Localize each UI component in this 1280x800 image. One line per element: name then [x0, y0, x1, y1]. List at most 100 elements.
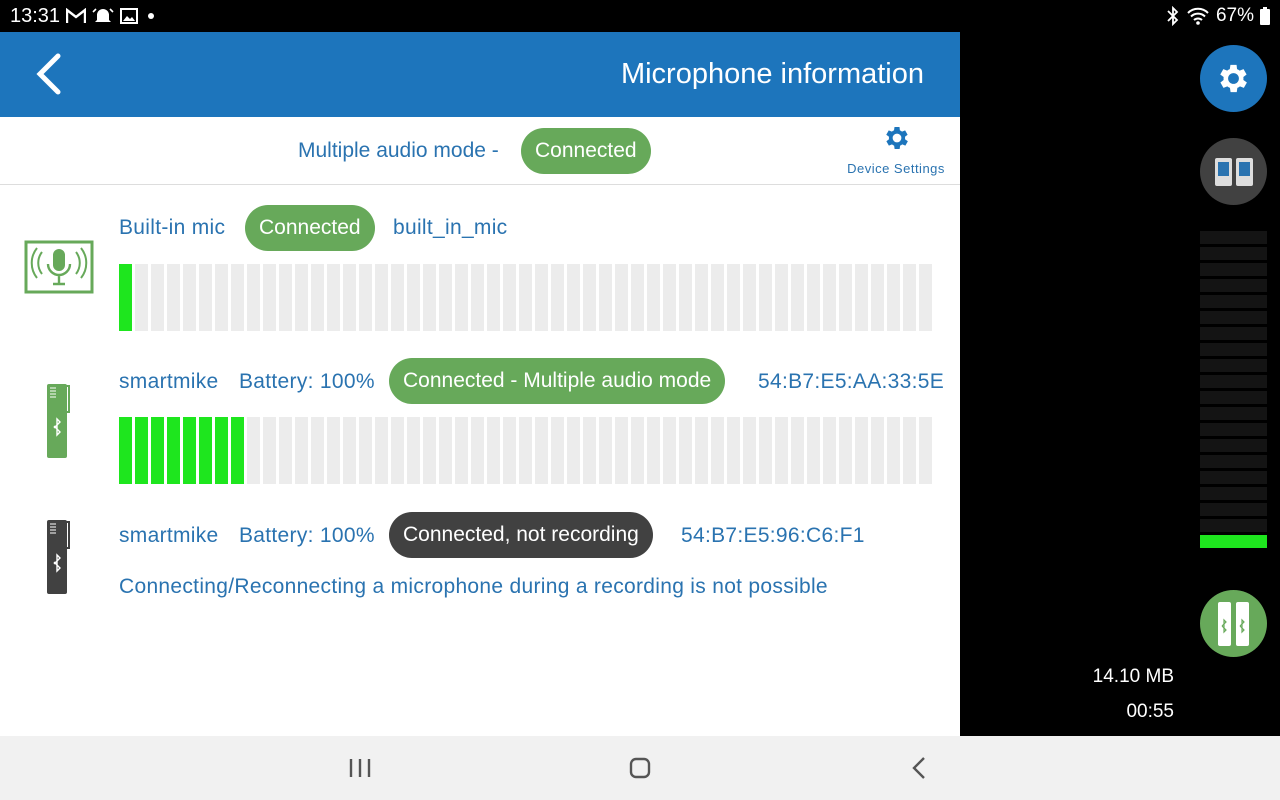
- device-mac-address: 54:B7:E5:96:C6:F1: [681, 524, 865, 547]
- meter-segment: [295, 264, 308, 331]
- meter-segment: [279, 264, 292, 331]
- meter-segment: [919, 417, 932, 484]
- meter-segment: [759, 417, 772, 484]
- meter-segment: [455, 417, 468, 484]
- chevron-left-icon: [912, 757, 925, 779]
- meter-segment: [487, 264, 500, 331]
- meter-segment: [1200, 359, 1267, 372]
- mode-status-badge: Connected: [521, 128, 651, 174]
- meter-segment: [503, 264, 516, 331]
- meter-segment: [359, 264, 372, 331]
- meter-segment: [855, 417, 868, 484]
- meter-segment: [743, 417, 756, 484]
- meter-segment: [167, 417, 180, 484]
- dot-icon: [148, 13, 154, 19]
- chevron-left-icon: [36, 53, 61, 95]
- meter-segment: [871, 264, 884, 331]
- meter-segment: [1200, 295, 1267, 308]
- meter-segment: [167, 264, 180, 331]
- meter-segment: [519, 264, 532, 331]
- image-icon: [120, 8, 138, 24]
- meter-segment: [1200, 247, 1267, 260]
- builtin-mic-icon: [24, 240, 94, 294]
- recent-apps-icon: [349, 759, 371, 777]
- device-id: built_in_mic: [393, 216, 508, 239]
- status-time: 13:31: [10, 5, 61, 27]
- meter-segment: [423, 264, 436, 331]
- recent-apps-button[interactable]: [340, 752, 380, 784]
- meter-segment: [391, 417, 404, 484]
- meter-segment: [679, 417, 692, 484]
- devices-button[interactable]: [1200, 138, 1267, 205]
- meter-segment: [791, 264, 804, 331]
- meter-segment: [1200, 503, 1267, 516]
- nav-back-button[interactable]: [900, 752, 940, 784]
- meter-segment: [471, 264, 484, 331]
- dual-device-icon: [1215, 158, 1253, 186]
- gear-icon: [886, 127, 908, 149]
- device-settings-button[interactable]: Device Settings: [840, 121, 952, 181]
- meter-segment: [1200, 407, 1267, 420]
- meter-segment: [519, 417, 532, 484]
- meter-segment: [119, 417, 132, 484]
- meter-segment: [199, 417, 212, 484]
- meter-segment: [183, 264, 196, 331]
- meter-segment: [903, 417, 916, 484]
- meter-segment: [551, 417, 564, 484]
- microphones-button[interactable]: [1200, 590, 1267, 657]
- meter-segment: [279, 417, 292, 484]
- home-button[interactable]: [620, 752, 660, 784]
- system-icons: 67%: [1166, 5, 1270, 27]
- device-battery: Battery: 100%: [239, 524, 375, 547]
- meter-segment: [407, 264, 420, 331]
- meter-segment: [647, 417, 660, 484]
- meter-segment: [711, 264, 724, 331]
- meter-segment: [855, 264, 868, 331]
- battery-percent: 67%: [1215, 5, 1254, 26]
- meter-segment: [1200, 279, 1267, 292]
- meter-segment: [839, 417, 852, 484]
- meter-segment: [1200, 471, 1267, 484]
- meter-segment: [439, 417, 452, 484]
- back-button[interactable]: [30, 50, 70, 98]
- meter-segment: [183, 417, 196, 484]
- meter-segment: [423, 417, 436, 484]
- meter-segment: [919, 264, 932, 331]
- meter-segment: [807, 417, 820, 484]
- recording-file-size: 14.10 MB: [1092, 666, 1174, 687]
- mode-bar: Multiple audio mode - Connected Device S…: [0, 117, 960, 185]
- meter-segment: [791, 417, 804, 484]
- meter-segment: [311, 417, 324, 484]
- meter-segment: [1200, 263, 1267, 276]
- meter-segment: [727, 264, 740, 331]
- meter-segment: [135, 417, 148, 484]
- smartmike-bluetooth-icon: [47, 520, 70, 594]
- meter-segment: [1200, 519, 1267, 532]
- smartmike-bluetooth-icon: [47, 384, 70, 458]
- meter-segment: [695, 264, 708, 331]
- recording-duration: 00:55: [1126, 701, 1174, 722]
- gear-icon: [1220, 64, 1247, 93]
- home-icon: [629, 757, 651, 779]
- screen: 13:31 67% Microphone information Multipl…: [0, 0, 1280, 800]
- audio-level-meter: [119, 264, 932, 331]
- meter-segment: [247, 264, 260, 331]
- meter-segment: [775, 264, 788, 331]
- settings-button[interactable]: [1200, 45, 1267, 112]
- meter-segment: [215, 417, 228, 484]
- wifi-icon: [1187, 7, 1209, 25]
- audio-level-meter: [119, 417, 932, 484]
- meter-segment: [695, 417, 708, 484]
- page-title: Microphone information: [620, 58, 924, 90]
- status-bar: 13:31 67%: [0, 0, 1280, 32]
- meter-segment: [823, 264, 836, 331]
- meter-segment: [599, 417, 612, 484]
- meter-segment: [199, 264, 212, 331]
- meter-segment: [263, 264, 276, 331]
- meter-segment: [887, 264, 900, 331]
- meter-segment: [535, 264, 548, 331]
- meter-segment: [1200, 487, 1267, 500]
- meter-segment: [231, 417, 244, 484]
- meter-segment: [375, 417, 388, 484]
- meter-segment: [903, 264, 916, 331]
